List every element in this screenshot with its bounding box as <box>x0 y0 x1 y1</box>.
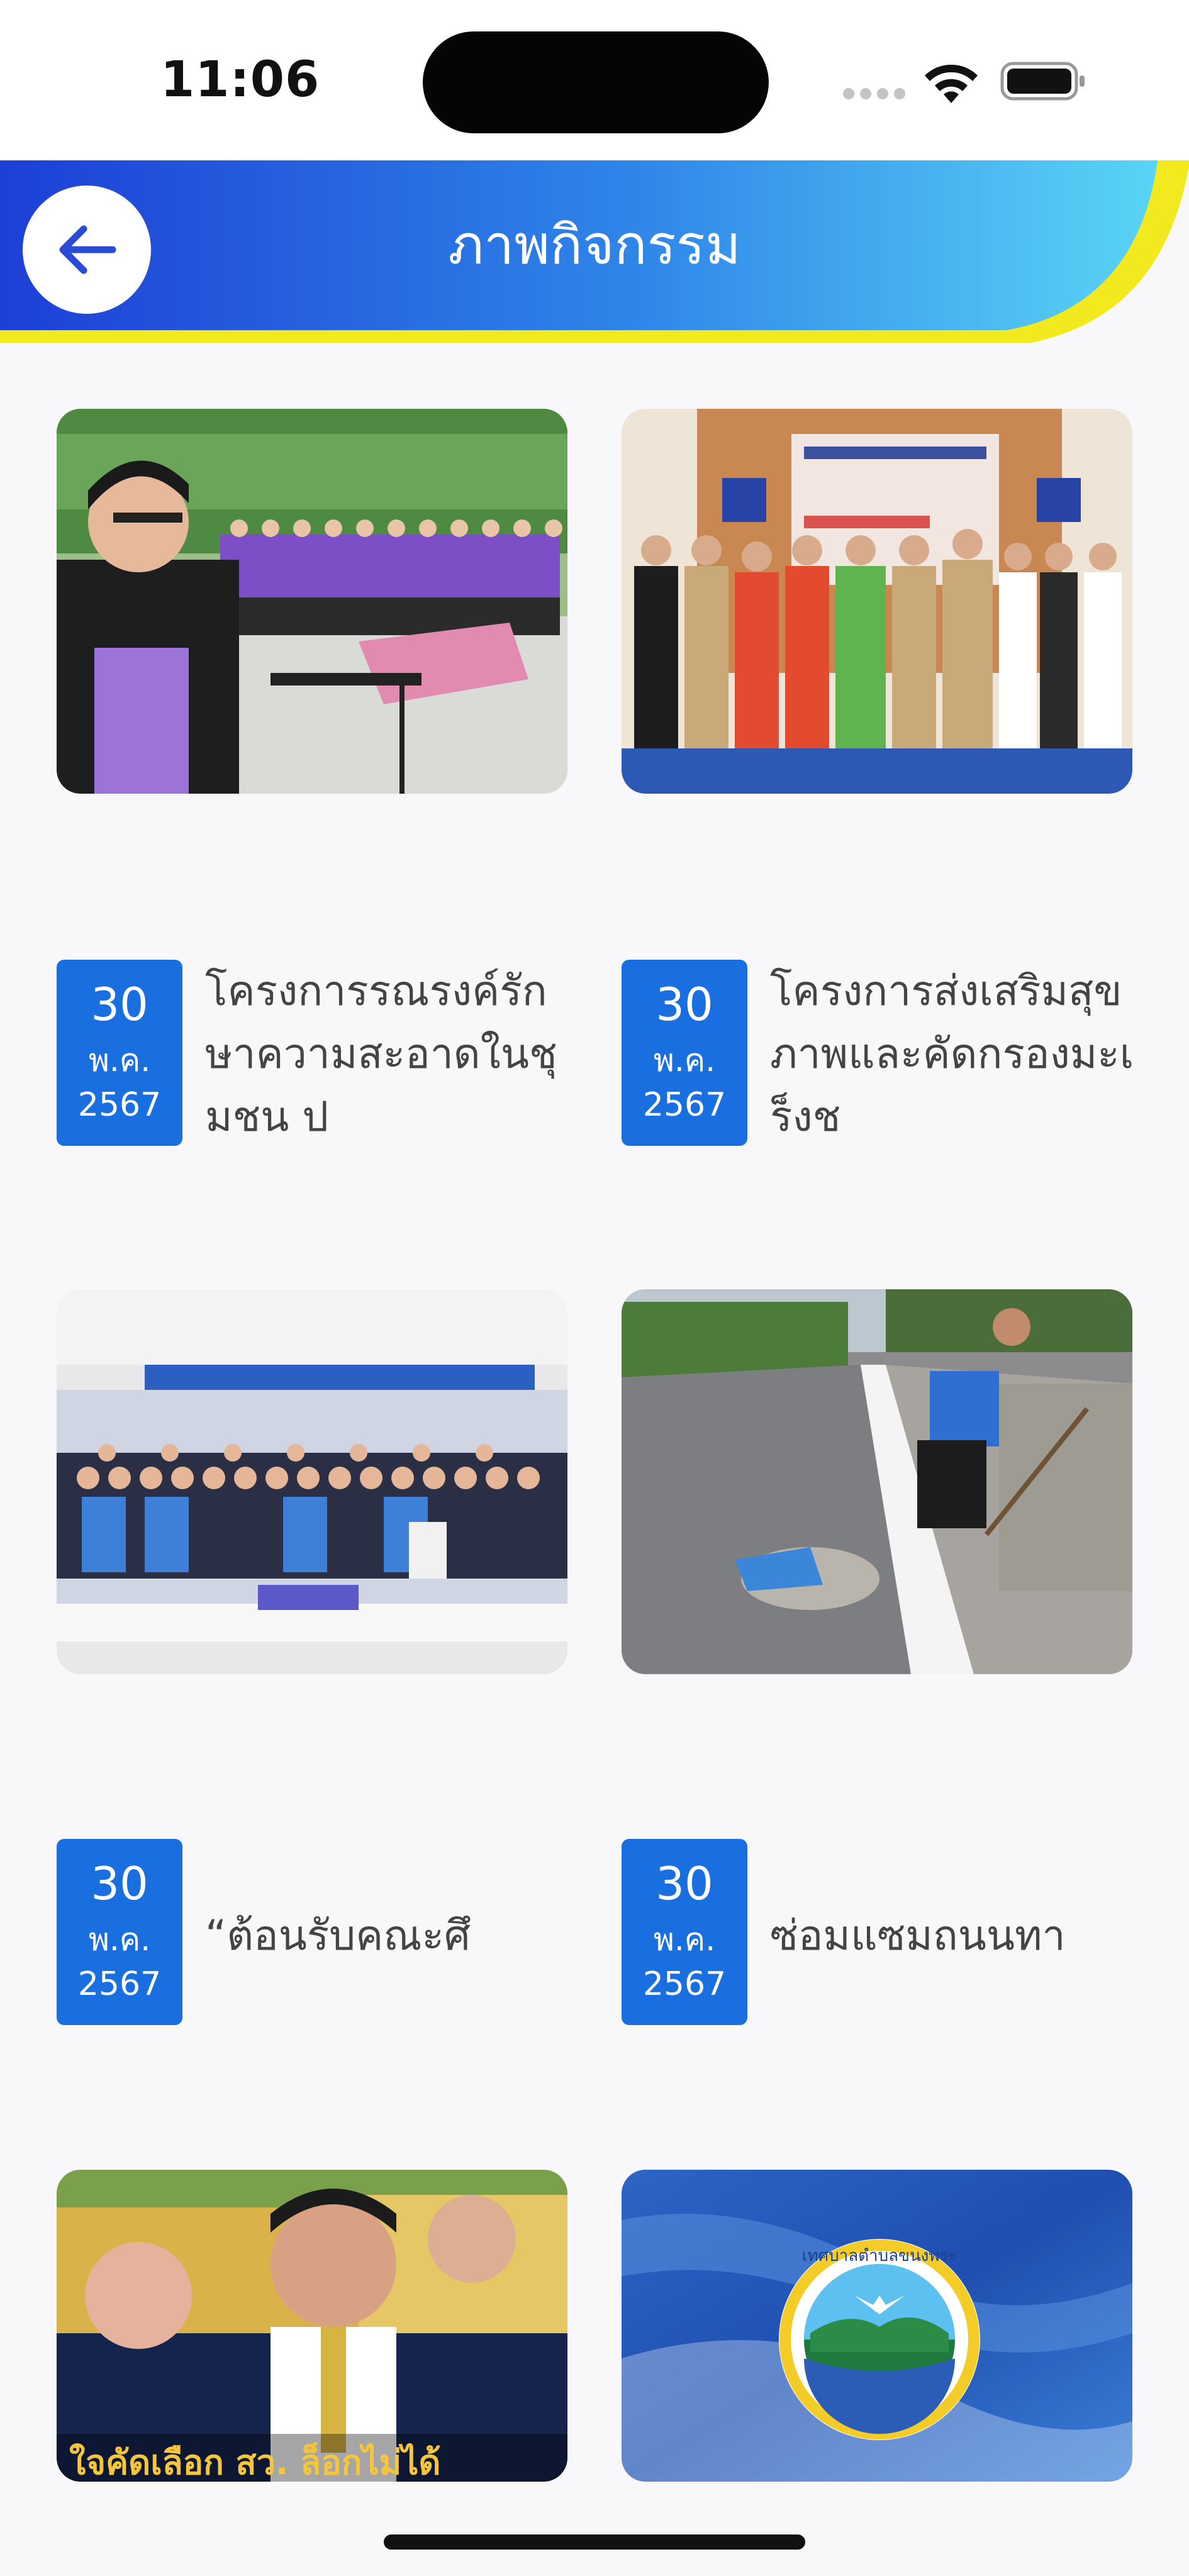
date-year: 2567 <box>77 1086 162 1124</box>
date-badge: 30 พ.ค. 2567 <box>57 960 182 1146</box>
activity-title[interactable]: โครงการรณรงค์รักษาความสะอาดในชุมชน ป <box>205 960 557 1148</box>
overlay-text: ใจคัดเลือก สว. ล็อกไม่ได้ <box>69 2443 440 2482</box>
activity-image-2[interactable] <box>622 409 1132 794</box>
activity-image-6[interactable]: เทศบาลตำบลขนงพระ <box>622 2170 1132 2482</box>
date-badge: 30 พ.ค. 2567 <box>622 1839 747 2025</box>
date-month: พ.ค. <box>653 1042 716 1079</box>
date-day: 30 <box>91 1857 148 1910</box>
activity-image-3[interactable] <box>57 1289 567 1674</box>
date-month: พ.ค. <box>88 1042 151 1079</box>
home-indicator[interactable] <box>384 2534 805 2550</box>
date-year: 2567 <box>77 1965 162 2003</box>
date-day: 30 <box>656 1857 713 1910</box>
seal-text: เทศบาลตำบลขนงพระ <box>802 2246 957 2265</box>
date-month: พ.ค. <box>653 1921 716 1958</box>
date-month: พ.ค. <box>88 1921 151 1958</box>
activity-image-4[interactable] <box>622 1289 1132 1674</box>
date-year: 2567 <box>642 1965 727 2003</box>
activity-title[interactable]: โครงการส่งเสริมสุขภาพและคัดกรองมะเร็งช <box>770 960 1147 1148</box>
activity-title[interactable]: “ต้อนรับคณะศึ <box>205 1904 557 1967</box>
date-day: 30 <box>91 978 148 1031</box>
date-badge: 30 พ.ค. 2567 <box>57 1839 182 2025</box>
date-badge: 30 พ.ค. 2567 <box>622 960 747 1146</box>
activity-title[interactable]: ซ่อมแซมถนนทา <box>770 1904 1147 1967</box>
activity-image-5[interactable]: ใจคัดเลือก สว. ล็อกไม่ได้ <box>57 2170 567 2482</box>
date-day: 30 <box>656 978 713 1031</box>
activity-image-1[interactable] <box>57 409 567 794</box>
date-year: 2567 <box>642 1086 727 1124</box>
activity-grid: 30 พ.ค. 2567 โครงการรณรงค์รักษาความสะอาด… <box>0 0 1189 2576</box>
